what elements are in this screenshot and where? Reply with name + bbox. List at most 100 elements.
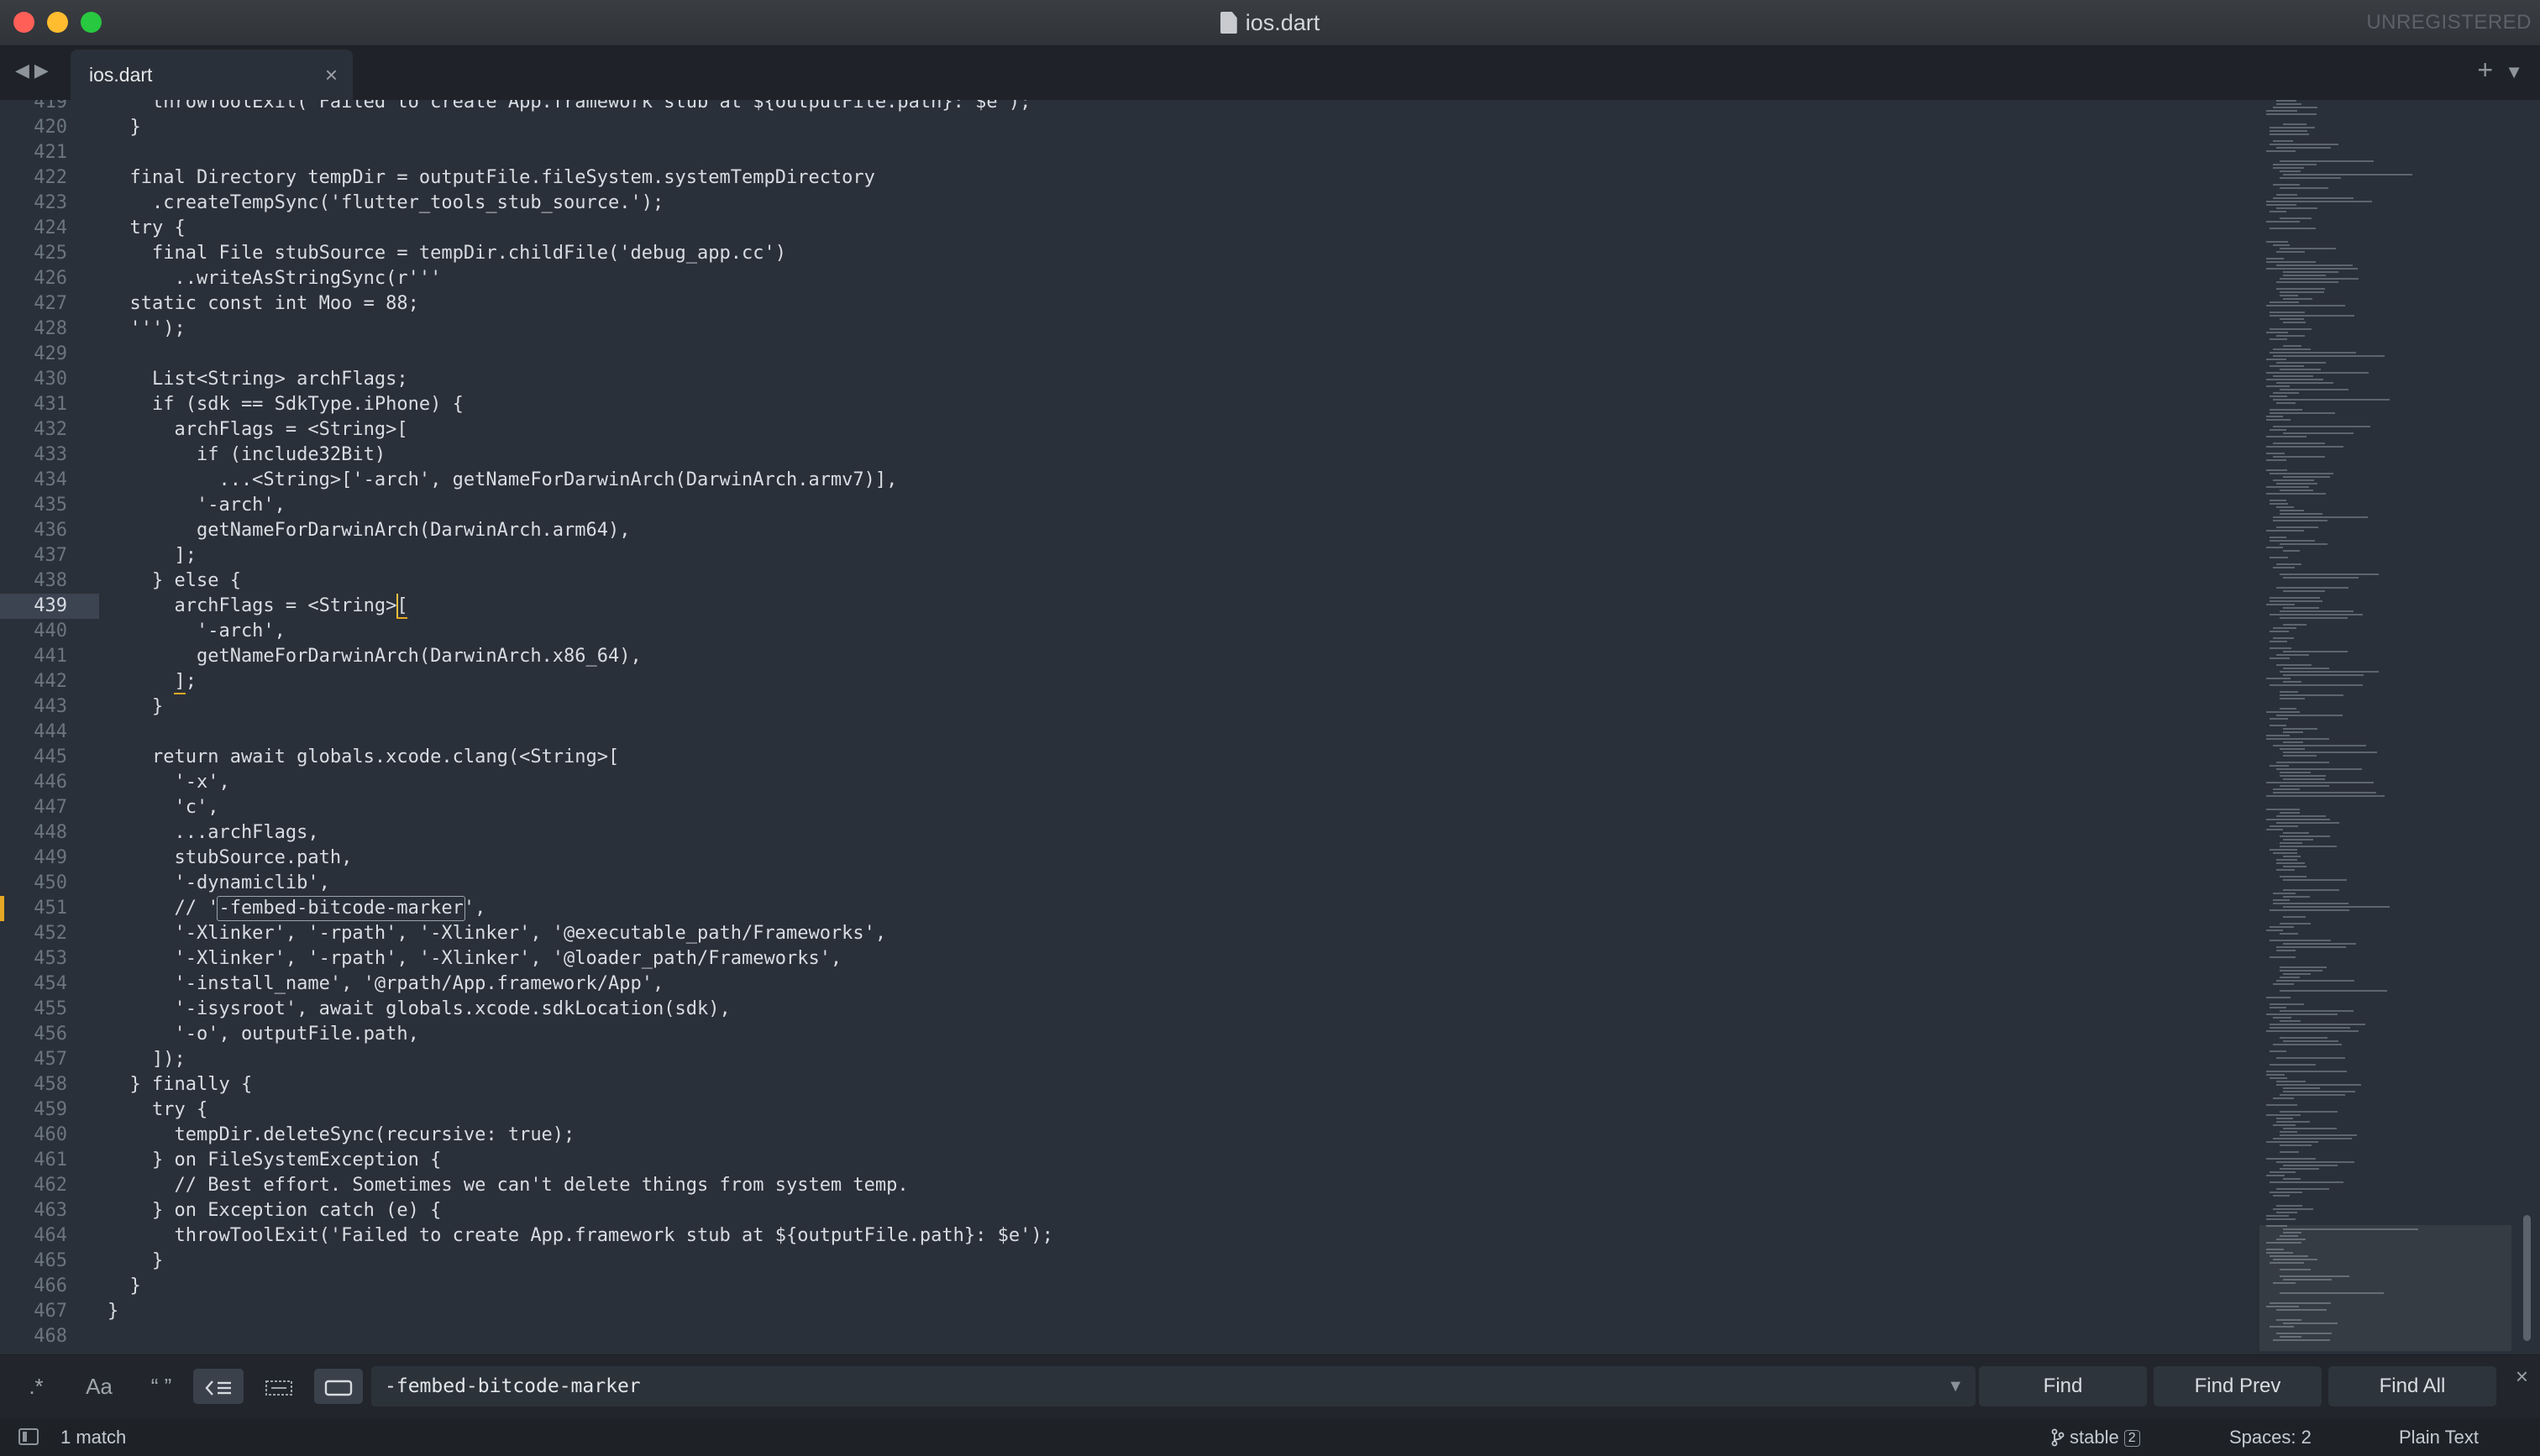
minimap[interactable] (2259, 100, 2511, 1354)
code-line[interactable]: throwToolExit('Failed to create App.fram… (108, 1223, 1052, 1249)
code-line[interactable]: List<String> archFlags; (108, 367, 408, 392)
code-line[interactable]: } (108, 694, 163, 720)
line-number-gutter: 419 420 421 422 423 424 425 426 427 428 429 430 431 4… (0, 100, 99, 1354)
minimap-line (2270, 926, 2294, 928)
minimap-line (2280, 573, 2379, 575)
wrap-toggle[interactable] (193, 1369, 244, 1404)
code-line[interactable]: ]); (108, 1047, 186, 1072)
code-line[interactable]: ]; (108, 669, 197, 694)
minimap-line (2266, 241, 2288, 243)
code-line[interactable]: ]; (108, 543, 197, 568)
new-tab-icon[interactable]: + (2477, 55, 2493, 86)
window-title-text: ios.dart (1245, 10, 1320, 35)
line-number: 457 (34, 1049, 67, 1070)
code-line[interactable]: } (108, 1299, 118, 1324)
sidebar-toggle-icon[interactable] (18, 1428, 39, 1445)
minimap-line (2276, 563, 2301, 565)
indentation-setting[interactable]: Spaces: 2 (2229, 1418, 2312, 1456)
code-line[interactable]: '''); (108, 317, 185, 342)
regex-toggle[interactable]: .* (15, 1369, 57, 1404)
tab-menu-chevron-down-icon[interactable]: ▼ (2505, 61, 2523, 83)
code-line[interactable]: ...<String>['-arch', getNameForDarwinArc… (108, 468, 897, 493)
code-line[interactable]: getNameForDarwinArch(DarwinArch.arm64), (108, 518, 631, 543)
minimap-viewport[interactable] (2259, 1225, 2511, 1351)
code-line[interactable]: getNameForDarwinArch(DarwinArch.x86_64), (108, 644, 642, 669)
code-line[interactable]: } (108, 1249, 163, 1274)
tab-ios-dart[interactable]: ios.dart × (71, 50, 353, 100)
document-icon (1220, 12, 1237, 34)
code-line[interactable]: if (include32Bit) (108, 443, 386, 468)
line-number: 446 (34, 772, 67, 793)
minimap-line (2283, 345, 2301, 347)
in-selection-toggle[interactable] (255, 1369, 302, 1404)
code-line[interactable]: final Directory tempDir = outputFile.fil… (108, 165, 874, 191)
code-line[interactable]: '-o', outputFile.path, (108, 1022, 418, 1047)
case-sensitive-toggle[interactable]: Aa (76, 1369, 123, 1404)
tab-navigation-arrows[interactable]: ◀▶ (15, 60, 54, 81)
minimap-line (2266, 1141, 2318, 1143)
code-line[interactable]: '-x', (108, 770, 229, 795)
minimap-line (2276, 483, 2317, 484)
close-find-panel-icon[interactable]: × (2516, 1364, 2528, 1390)
code-line[interactable]: } (108, 1274, 140, 1299)
code-line[interactable]: '-install_name', '@rpath/App.framework/A… (108, 972, 664, 997)
minimap-line (2266, 809, 2300, 810)
minimap-line (2276, 281, 2338, 283)
minimap-line (2273, 399, 2390, 401)
highlight-matches-toggle[interactable] (314, 1369, 363, 1404)
arrow-left-icon[interactable]: ◀ (15, 60, 34, 81)
minimap-line (2270, 909, 2349, 911)
code-editor[interactable]: 419 420 421 422 423 424 425 426 427 428 429 430 431 4… (0, 100, 2540, 1354)
code-line[interactable]: final File stubSource = tempDir.childFil… (108, 241, 786, 266)
find-history-chevron-down-icon[interactable]: ▼ (1947, 1366, 1964, 1406)
code-line[interactable]: } else { (108, 568, 241, 594)
code-line[interactable]: ..writeAsStringSync(r''' (108, 266, 441, 291)
minimap-line (2283, 896, 2310, 898)
find-prev-button[interactable]: Find Prev (2154, 1366, 2322, 1406)
code-line[interactable]: // Best effort. Sometimes we can't delet… (108, 1173, 908, 1198)
code-line[interactable]: return await globals.xcode.clang(<String… (108, 745, 619, 770)
minimap-line (2270, 352, 2356, 354)
code-line[interactable]: tempDir.deleteSync(recursive: true); (108, 1123, 575, 1148)
whole-word-toggle[interactable]: “ ” (138, 1369, 185, 1404)
code-line[interactable]: try { (108, 1097, 207, 1123)
minimap-line (2266, 419, 2291, 421)
code-line[interactable]: archFlags = <String>[ (108, 594, 407, 619)
minimap-line (2273, 852, 2297, 854)
vertical-scrollbar[interactable] (2523, 1215, 2531, 1341)
close-tab-icon[interactable]: × (325, 50, 338, 100)
minimap-line (2283, 322, 2306, 323)
code-line[interactable]: static const int Moo = 88; (108, 291, 418, 317)
find-all-button[interactable]: Find All (2328, 1366, 2496, 1406)
minimap-line (2280, 708, 2296, 710)
code-line[interactable]: .createTempSync('flutter_tools_stub_sour… (108, 191, 664, 216)
code-line[interactable]: ...archFlags, (108, 820, 318, 846)
code-line[interactable]: } on FileSystemException { (108, 1148, 441, 1173)
code-line[interactable]: } finally { (108, 1072, 252, 1097)
minimap-line (2273, 899, 2290, 901)
code-line[interactable]: '-arch', (108, 619, 286, 644)
minimap-line (2266, 678, 2291, 679)
code-line[interactable]: } on Exception catch (e) { (108, 1198, 441, 1223)
code-line[interactable]: try { (108, 216, 185, 241)
code-line[interactable]: '-dynamiclib', (108, 871, 329, 896)
code-line[interactable]: } (108, 115, 140, 140)
code-line[interactable]: '-arch', (108, 493, 286, 518)
find-input[interactable]: -fembed-bitcode-marker ▼ (371, 1366, 1976, 1406)
arrow-right-icon[interactable]: ▶ (34, 60, 54, 81)
syntax-selector[interactable]: Plain Text (2399, 1418, 2479, 1456)
find-button[interactable]: Find (1979, 1366, 2147, 1406)
minimap-line (2270, 228, 2316, 229)
line-number: 423 (34, 192, 67, 213)
minimap-line (2270, 412, 2335, 414)
code-line[interactable]: '-isysroot', await globals.xcode.sdkLoca… (108, 997, 730, 1022)
code-line[interactable]: archFlags = <String>[ (108, 417, 407, 443)
code-line[interactable]: if (sdk == SdkType.iPhone) { (108, 392, 464, 417)
git-branch-status[interactable]: stable 2 (2051, 1418, 2140, 1456)
code-line[interactable]: throwToolExit('Failed to create App.fram… (108, 100, 1031, 115)
code-line[interactable]: 'c', (108, 795, 218, 820)
code-line[interactable]: '-Xlinker', '-rpath', '-Xlinker', '@exec… (108, 921, 886, 946)
code-line[interactable]: '-Xlinker', '-rpath', '-Xlinker', '@load… (108, 946, 842, 972)
code-line[interactable]: stubSource.path, (108, 846, 352, 871)
minimap-line (2270, 1192, 2302, 1193)
